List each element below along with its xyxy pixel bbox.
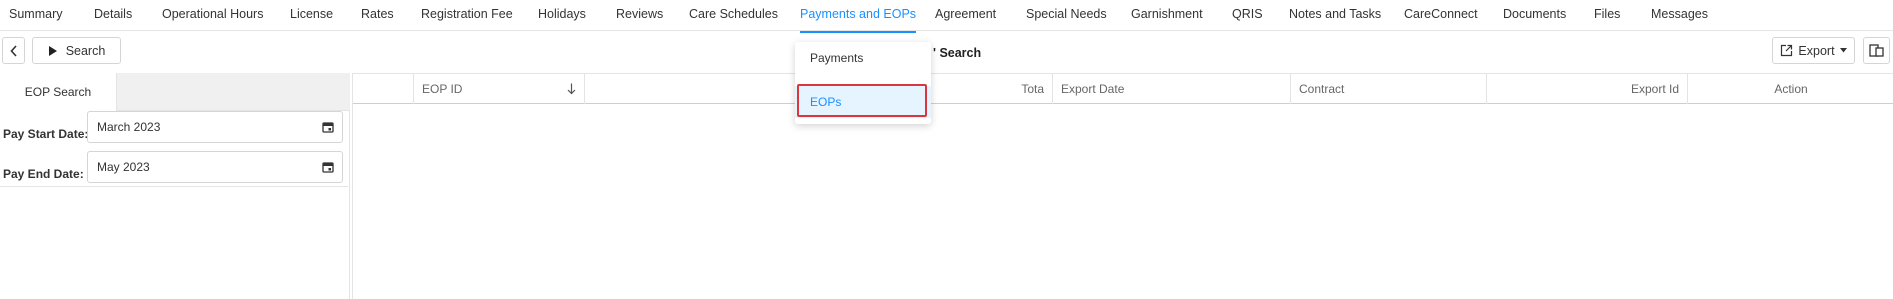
tab-eop-search[interactable]: EOP Search (0, 73, 117, 111)
back-button[interactable] (2, 37, 25, 64)
caret-down-icon (1839, 48, 1847, 53)
pay-end-date-label: Pay End Date: (3, 167, 84, 181)
column-header-label: EOP ID (422, 82, 463, 96)
search-button-label: Search (65, 43, 106, 58)
tab-registration-fee[interactable]: Registration Fee (421, 7, 513, 21)
top-nav: Summary Details Operational Hours Licens… (0, 0, 1893, 33)
pay-start-date-field[interactable]: March 2023 (87, 111, 343, 143)
tab-holidays[interactable]: Holidays (538, 7, 586, 21)
grid-header: EOP ID Tota Export Date Contract Export … (353, 73, 1893, 104)
pay-end-date-value: May 2023 (97, 160, 150, 174)
toolbar: Search ' Search Export (0, 31, 1893, 73)
pay-start-date-label: Pay Start Date: (3, 127, 89, 141)
tab-agreement[interactable]: Agreement (935, 7, 996, 21)
column-header-select[interactable] (353, 74, 414, 104)
eop-results-grid: EOP ID Tota Export Date Contract Export … (352, 73, 1893, 299)
highlight-box (797, 84, 927, 117)
column-header-export-date[interactable]: Export Date (1053, 74, 1291, 104)
eop-search-panel: EOP Search Pay Start Date: March 2023 Pa… (0, 73, 350, 299)
column-header-contract[interactable]: Contract (1291, 74, 1487, 104)
tab-details[interactable]: Details (94, 7, 132, 21)
column-header-label: Action (1774, 82, 1808, 96)
tab-rates[interactable]: Rates (361, 7, 394, 21)
export-button[interactable]: Export (1772, 37, 1855, 64)
tab-reviews[interactable]: Reviews (616, 7, 663, 21)
tab-summary[interactable]: Summary (9, 7, 62, 21)
tab-files[interactable]: Files (1594, 7, 1620, 21)
pay-end-date-field[interactable]: May 2023 (87, 151, 343, 183)
page-title: ' Search (933, 46, 982, 60)
column-header-label: Export Id (1630, 82, 1679, 96)
tab-garnishment[interactable]: Garnishment (1131, 7, 1203, 21)
column-header-export-id[interactable]: Export Id (1487, 74, 1688, 104)
tab-special-needs[interactable]: Special Needs (1026, 7, 1107, 21)
tab-messages[interactable]: Messages (1651, 7, 1708, 21)
column-header-label: Tota (1021, 82, 1044, 96)
pay-start-date-value: March 2023 (97, 120, 161, 134)
column-header-label: Export Date (1061, 82, 1125, 96)
tab-careconnect[interactable]: CareConnect (1404, 7, 1478, 21)
menu-item-payments[interactable]: Payments (795, 42, 931, 74)
panel-tabs: EOP Search (0, 73, 350, 111)
export-button-label: Export (1798, 43, 1835, 58)
play-icon (48, 45, 57, 56)
search-button[interactable]: Search (32, 37, 121, 64)
sort-descending-icon[interactable] (567, 83, 576, 95)
column-header-label: Contract (1299, 82, 1345, 96)
export-icon (1781, 44, 1793, 57)
tab-documents[interactable]: Documents (1503, 7, 1566, 21)
chevron-left-icon (9, 44, 17, 57)
calendar-icon[interactable] (322, 161, 334, 173)
tab-notes-and-tasks[interactable]: Notes and Tasks (1289, 7, 1381, 21)
tab-qris[interactable]: QRIS (1232, 7, 1263, 21)
column-header-action[interactable]: Action (1688, 74, 1893, 104)
column-header-eop-id[interactable]: EOP ID (414, 74, 585, 104)
tab-license[interactable]: License (290, 7, 333, 21)
tab-operational-hours[interactable]: Operational Hours (162, 7, 263, 21)
calendar-icon[interactable] (322, 121, 334, 133)
panel-divider (0, 186, 348, 187)
tab-care-schedules[interactable]: Care Schedules (689, 7, 778, 21)
tab-payments-and-eops[interactable]: Payments and EOPs (800, 7, 917, 33)
layout-toggle-button[interactable] (1863, 37, 1890, 64)
columns-icon (1869, 44, 1884, 57)
